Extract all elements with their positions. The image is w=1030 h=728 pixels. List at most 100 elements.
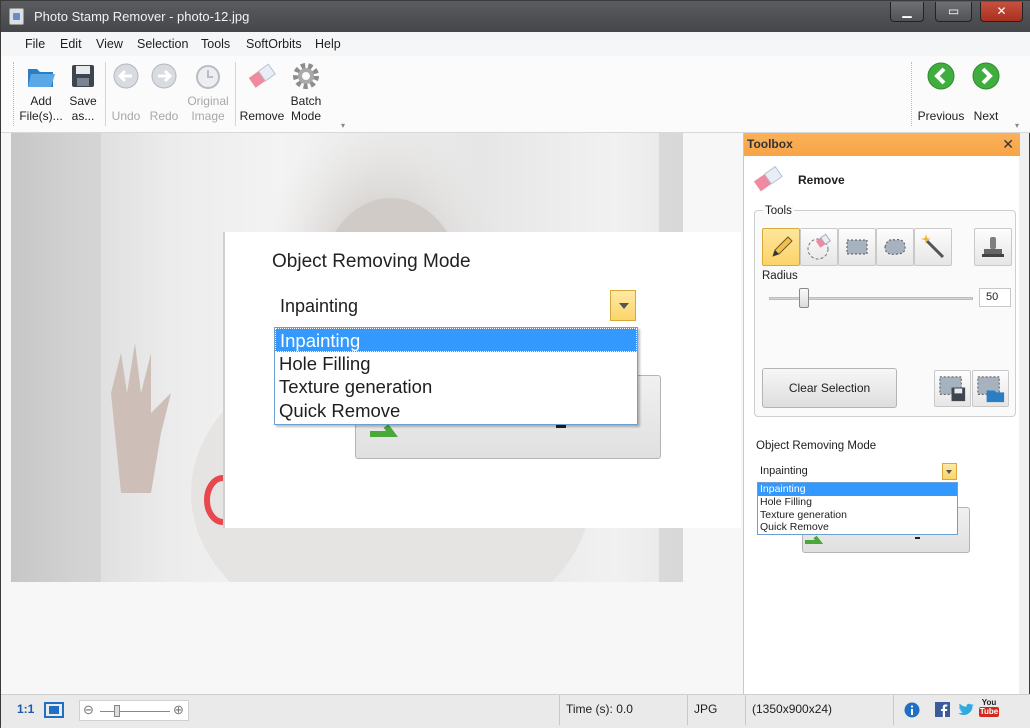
- title-bar: Photo Stamp Remover - photo-12.jpg ▁ ▭ ✕: [1, 1, 1030, 32]
- option-texture-generation[interactable]: Texture generation: [275, 375, 637, 399]
- previous-button[interactable]: Previous: [917, 60, 965, 124]
- next-button[interactable]: Next: [967, 60, 1005, 124]
- time-status: Time (s): 0.0: [559, 695, 687, 725]
- add-files-button[interactable]: Add File(s)...: [19, 60, 63, 124]
- add-files-label-line2: File(s)...: [19, 109, 63, 123]
- dropdown-arrow-icon[interactable]: [942, 463, 957, 480]
- next-label: Next: [973, 109, 999, 123]
- youtube-icon-bottom: Tube: [979, 707, 999, 717]
- floppy-disk-icon: [72, 65, 94, 87]
- minimize-button[interactable]: ▁: [890, 2, 924, 22]
- ribbon-toolbar: Add File(s)... Save as... Undo Redo Orig…: [1, 56, 1030, 133]
- toolbox-header: Toolbox ✕: [744, 133, 1020, 156]
- twitter-icon[interactable]: [958, 703, 974, 717]
- pencil-icon: [772, 236, 793, 257]
- zoomed-mode-options: Inpainting Hole Filling Texture generati…: [274, 327, 638, 425]
- menu-view[interactable]: View: [96, 37, 123, 51]
- clock-icon: [196, 65, 220, 89]
- toolbox-close-icon[interactable]: ✕: [1002, 133, 1014, 156]
- magic-wand-tool-button[interactable]: [914, 228, 952, 266]
- format-status: JPG: [687, 695, 745, 725]
- option-quick-remove[interactable]: Quick Remove: [275, 399, 637, 423]
- magic-wand-icon: [921, 234, 945, 259]
- original-image-button[interactable]: Original Image: [185, 60, 231, 124]
- toolbox-title: Toolbox: [747, 137, 793, 151]
- menu-bar: File Edit View Selection Tools SoftOrbit…: [1, 32, 1030, 56]
- next-arrow-icon: [972, 62, 1000, 90]
- mode-options: Inpainting Hole Filling Texture generati…: [757, 482, 958, 535]
- option-hole-filling[interactable]: Hole Filling: [758, 496, 957, 509]
- option-inpainting[interactable]: Inpainting: [758, 483, 957, 496]
- eraser-brush-icon: [807, 233, 831, 260]
- radius-value[interactable]: 50: [979, 288, 1011, 307]
- brush-eraser-tool-button[interactable]: [800, 228, 838, 266]
- underline-mark: [915, 537, 920, 539]
- toolbox-panel: Toolbox ✕ Remove Tools Radius 50 Clear S…: [743, 133, 1020, 694]
- facebook-icon[interactable]: [935, 702, 950, 717]
- close-button[interactable]: ✕: [980, 2, 1023, 22]
- open-folder-icon: [28, 69, 55, 87]
- radius-slider-thumb[interactable]: [798, 288, 809, 308]
- app-window: Photo Stamp Remover - photo-12.jpg ▁ ▭ ✕…: [0, 0, 1030, 728]
- info-icon[interactable]: [904, 702, 920, 718]
- stamp-icon: [982, 237, 1004, 257]
- zoom-slider[interactable]: ⊖ ⊕: [79, 700, 189, 721]
- previous-arrow-icon: [927, 62, 955, 90]
- actual-size-button[interactable]: 1:1: [17, 702, 34, 716]
- eraser-icon: [248, 63, 276, 88]
- redo-label: Redo: [149, 109, 179, 123]
- option-hole-filling[interactable]: Hole Filling: [275, 352, 637, 376]
- menu-edit[interactable]: Edit: [60, 37, 82, 51]
- option-quick-remove[interactable]: Quick Remove: [758, 521, 957, 534]
- eraser-icon: [753, 165, 783, 192]
- save-as-button[interactable]: Save as...: [65, 60, 101, 124]
- menu-softorbits[interactable]: SoftOrbits: [246, 37, 302, 51]
- status-bar: 1:1 ⊖ ⊕ Time (s): 0.0 JPG (1350x900x24): [1, 694, 1030, 728]
- batch-mode-label-line1: Batch: [290, 94, 322, 108]
- add-files-label-line1: Add: [30, 94, 52, 108]
- save-as-label-line2: as...: [71, 109, 95, 123]
- fit-to-window-icon[interactable]: [43, 701, 65, 719]
- zoom-thumb[interactable]: [114, 705, 120, 717]
- rect-select-tool-button[interactable]: [838, 228, 876, 266]
- zoom-track: [100, 711, 170, 712]
- menu-help[interactable]: Help: [315, 37, 341, 51]
- zoomed-mode-selected: Inpainting: [280, 296, 359, 316]
- mode-select[interactable]: Inpainting: [756, 463, 957, 481]
- load-selection-icon: [977, 376, 1005, 403]
- save-selection-icon: [939, 376, 966, 402]
- stamp-tool-button[interactable]: [974, 228, 1012, 266]
- toolbox-section-title: Remove: [798, 173, 845, 187]
- undo-label: Undo: [111, 109, 141, 123]
- image-canvas[interactable]: Object Removing Mode Inpainting Inpainti…: [1, 133, 743, 694]
- option-texture-generation[interactable]: Texture generation: [758, 509, 957, 522]
- maximize-button[interactable]: ▭: [935, 2, 972, 22]
- zoom-in-icon[interactable]: ⊕: [173, 702, 184, 718]
- youtube-icon-top: You: [981, 698, 997, 707]
- undo-button[interactable]: Undo: [109, 60, 143, 124]
- save-selection-button[interactable]: [934, 370, 971, 407]
- ribbon-expand-icon[interactable]: ▾: [341, 121, 345, 130]
- clear-selection-button[interactable]: Clear Selection: [762, 368, 897, 408]
- rectangle-select-icon: [846, 239, 868, 255]
- app-icon: [9, 8, 24, 25]
- menu-selection[interactable]: Selection: [137, 37, 188, 51]
- redo-arrow-icon: [151, 63, 177, 89]
- menu-tools[interactable]: Tools: [201, 37, 230, 51]
- ribbon-expand-icon[interactable]: ▾: [1015, 121, 1019, 130]
- batch-mode-button[interactable]: Batch Mode: [287, 60, 325, 124]
- load-selection-button[interactable]: [972, 370, 1009, 407]
- youtube-icon[interactable]: You Tube: [979, 698, 999, 722]
- dropdown-arrow-icon[interactable]: [610, 290, 636, 321]
- pencil-tool-button[interactable]: [762, 228, 800, 266]
- option-inpainting[interactable]: Inpainting: [275, 328, 637, 352]
- previous-label: Previous: [917, 109, 965, 123]
- remove-button[interactable]: Remove: [239, 60, 285, 124]
- zoomed-mode-select[interactable]: Inpainting: [274, 290, 636, 321]
- menu-file[interactable]: File: [25, 37, 45, 51]
- original-image-label-line2: Image: [191, 109, 225, 123]
- redo-button[interactable]: Redo: [147, 60, 181, 124]
- window-title: Photo Stamp Remover - photo-12.jpg: [34, 9, 250, 24]
- lasso-tool-button[interactable]: [876, 228, 914, 266]
- zoom-out-icon[interactable]: ⊖: [83, 702, 94, 718]
